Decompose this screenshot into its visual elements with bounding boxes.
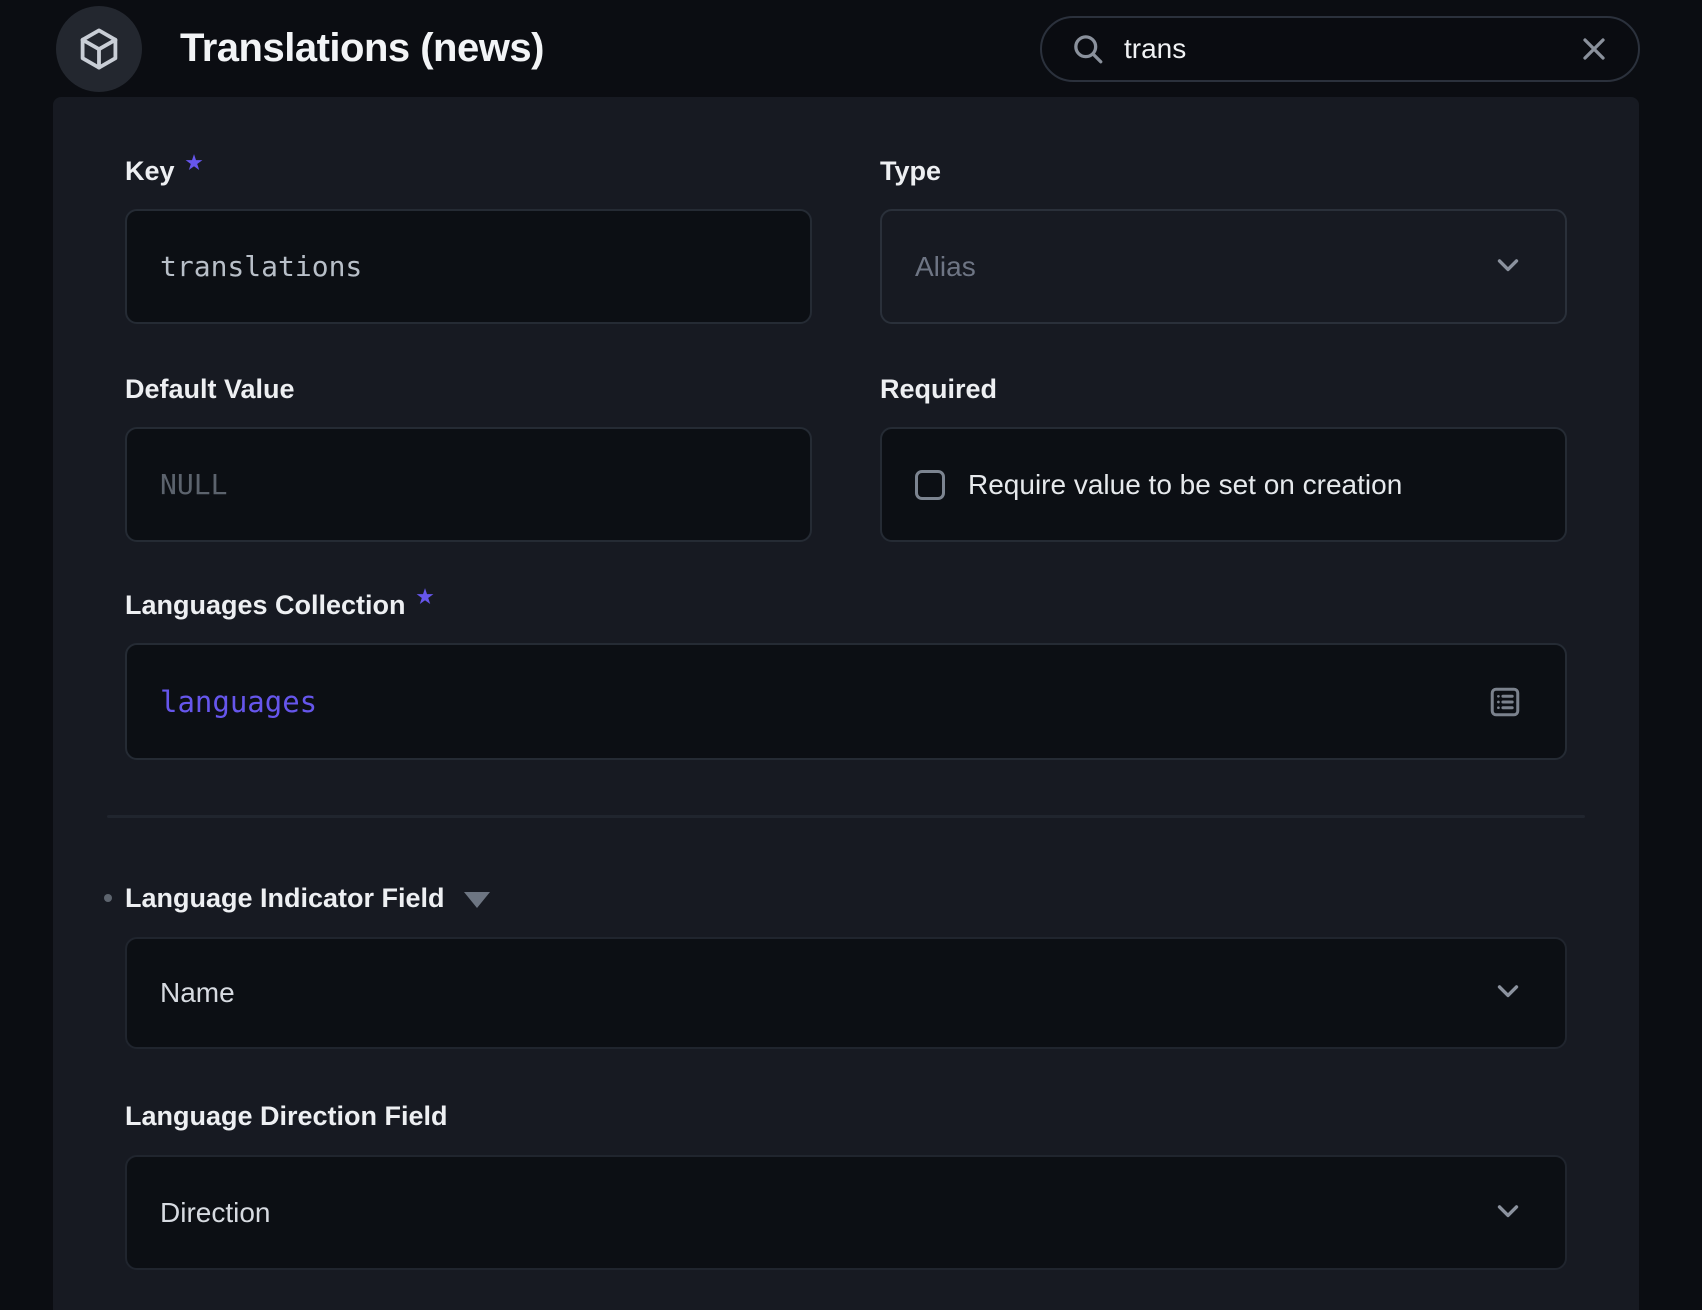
key-label-text: Key <box>125 154 175 188</box>
modified-indicator-dot <box>104 894 112 902</box>
default-value-input-wrap <box>125 427 812 542</box>
default-value-field-group: Default Value <box>125 372 812 542</box>
type-select-value: Alias <box>915 251 976 283</box>
required-checkbox-label[interactable]: Require value to be set on creation <box>968 469 1402 501</box>
languages-collection-label: Languages Collection ★ <box>125 588 1567 622</box>
collection-icon-badge <box>56 6 142 92</box>
page-title: Translations (news) <box>180 26 544 71</box>
language-indicator-label-text: Language Indicator Field <box>125 881 445 915</box>
required-star-icon: ★ <box>186 147 203 181</box>
required-field-group: Required Require value to be set on crea… <box>880 372 1567 542</box>
languages-collection-input[interactable]: languages <box>125 643 1567 760</box>
key-field-group: Key ★ <box>125 154 812 324</box>
default-value-label: Default Value <box>125 372 812 406</box>
language-indicator-select[interactable]: Name <box>125 937 1567 1049</box>
chevron-down-icon <box>1491 974 1525 1013</box>
language-indicator-value: Name <box>160 977 235 1009</box>
language-direction-select[interactable]: Direction <box>125 1155 1567 1270</box>
required-label-text: Required <box>880 372 997 406</box>
languages-collection-value: languages <box>160 685 317 719</box>
chevron-down-icon <box>1491 1193 1525 1232</box>
language-direction-label: Language Direction Field <box>125 1099 1567 1133</box>
type-label: Type <box>880 154 1567 188</box>
language-direction-field-group: Language Direction Field Direction <box>125 1099 1567 1270</box>
language-direction-label-text: Language Direction Field <box>125 1099 448 1133</box>
type-label-text: Type <box>880 154 941 188</box>
list-icon[interactable] <box>1487 684 1523 720</box>
cube-icon <box>75 25 123 73</box>
key-input-wrap <box>125 209 812 324</box>
required-control: Require value to be set on creation <box>880 427 1567 542</box>
chevron-down-icon <box>1491 247 1525 286</box>
key-input[interactable] <box>160 250 777 283</box>
languages-collection-label-text: Languages Collection <box>125 588 406 622</box>
drawer-header: Translations (news) <box>0 0 1702 97</box>
default-value-label-text: Default Value <box>125 372 295 406</box>
key-label: Key ★ <box>125 154 812 188</box>
required-checkbox[interactable] <box>915 470 945 500</box>
section-divider <box>107 815 1585 818</box>
type-select[interactable]: Alias <box>880 209 1567 324</box>
close-icon[interactable] <box>1576 31 1612 67</box>
search-icon <box>1070 31 1106 67</box>
required-label: Required <box>880 372 1567 406</box>
triangle-down-icon[interactable] <box>464 892 490 908</box>
type-field-group: Type Alias <box>880 154 1567 324</box>
field-detail-panel: Key ★ Type Alias Def <box>53 97 1639 1310</box>
required-star-icon: ★ <box>417 581 434 615</box>
search-input[interactable] <box>1124 33 1576 65</box>
default-value-input[interactable] <box>160 468 777 501</box>
language-direction-value: Direction <box>160 1197 270 1229</box>
language-indicator-label[interactable]: Language Indicator Field <box>125 881 1567 915</box>
languages-collection-field-group: Languages Collection ★ languages <box>125 588 1567 760</box>
language-indicator-field-group: Language Indicator Field Name <box>125 881 1567 1049</box>
search-box[interactable] <box>1040 16 1640 82</box>
